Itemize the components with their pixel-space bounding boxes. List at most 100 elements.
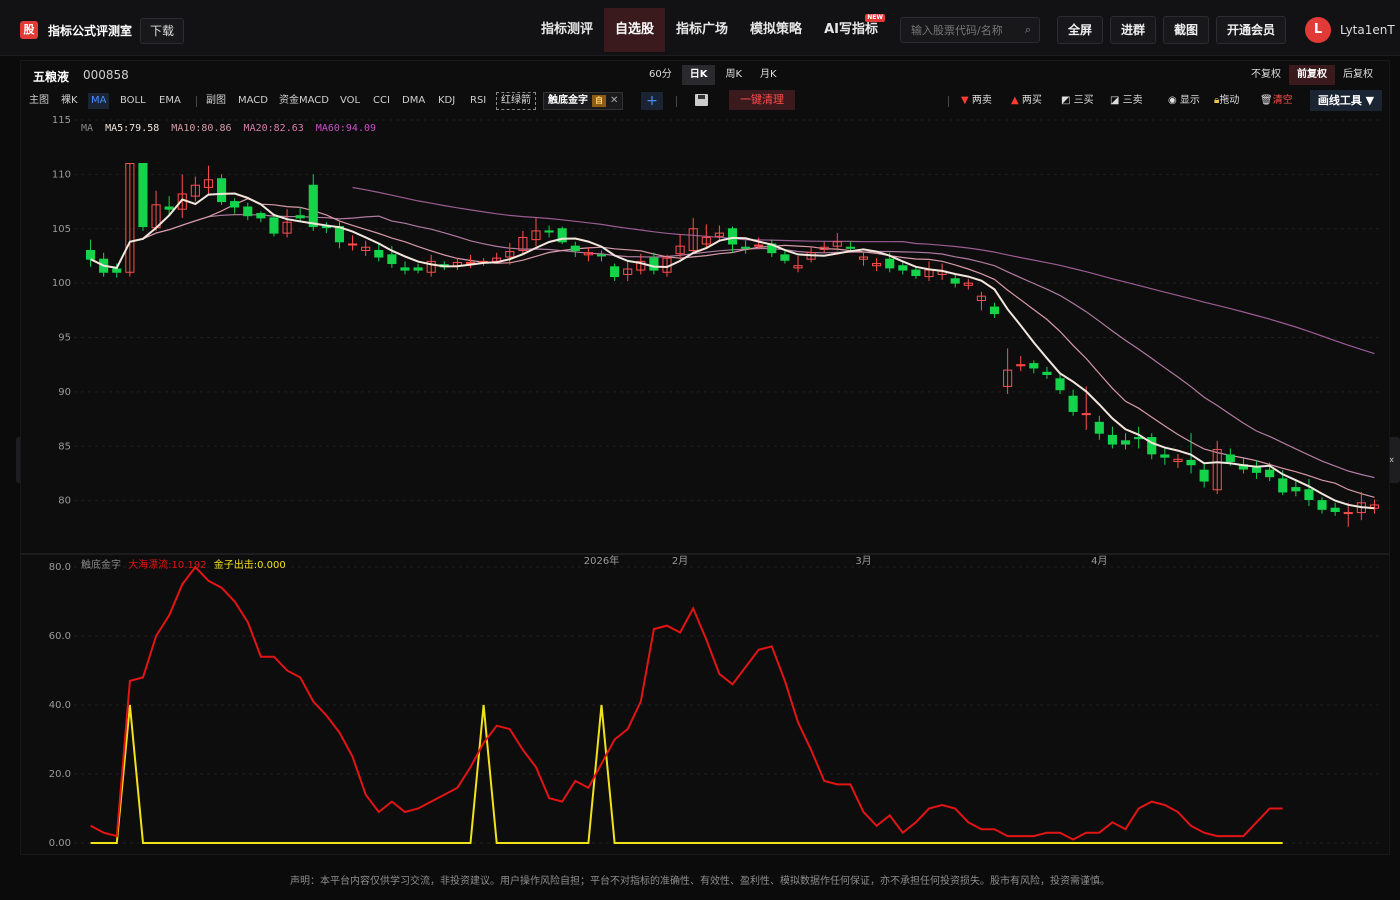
main-y-tick-label: 80 xyxy=(58,496,71,507)
main-y-tick-label: 85 xyxy=(58,441,71,452)
main-y-tick-label: 90 xyxy=(58,387,71,398)
fullscreen-button[interactable]: 全屏 xyxy=(1057,16,1103,44)
sub-y-tick-label: 80.0 xyxy=(49,562,71,573)
candle-body xyxy=(898,265,908,271)
candle-body xyxy=(413,267,423,271)
ma-legend-name: MA xyxy=(81,123,94,134)
candle-body xyxy=(1042,371,1052,375)
candle-body xyxy=(1134,437,1144,440)
candle-body xyxy=(989,306,1000,315)
download-button[interactable]: 下载 xyxy=(140,18,184,44)
ma10-value: MA10:80.86 xyxy=(171,123,232,134)
candle-body xyxy=(400,267,410,271)
main-y-tick-label: 105 xyxy=(52,224,71,235)
candle-body xyxy=(1343,512,1353,515)
nav-item-watchlist[interactable]: 自选股 xyxy=(604,8,666,52)
search-input[interactable] xyxy=(901,18,1013,42)
candle-body xyxy=(348,243,358,246)
nav-item-square[interactable]: 指标广场 xyxy=(665,8,739,52)
flow-value: 大海漂流:10.192 xyxy=(128,560,207,571)
main-y-tick-label: 115 xyxy=(52,115,71,126)
main-y-tick-label: 100 xyxy=(52,278,71,289)
candle-body xyxy=(243,206,253,217)
disclaimer: 声明：本平台内容仅供学习交流，非投资建议。用户操作风险自担；平台不对指标的准确性… xyxy=(290,876,1110,887)
candle-body xyxy=(269,217,279,234)
sub-y-tick-label: 20.0 xyxy=(49,769,71,780)
brand-title[interactable]: 指标公式评测室 xyxy=(48,22,132,39)
candle-body xyxy=(1304,489,1314,501)
flow-series-line xyxy=(90,565,1283,841)
sub-legend: 触底金字 大海漂流:10.192 金子出击:0.000 xyxy=(81,556,290,571)
screenshot-button[interactable]: 截图 xyxy=(1163,16,1209,44)
candle-body xyxy=(387,254,397,265)
sub-y-tick-label: 0.00 xyxy=(49,838,71,849)
x-tick-label: 3月 xyxy=(855,555,871,567)
candle-body xyxy=(1186,459,1196,466)
candle-body xyxy=(1199,469,1209,482)
main-y-tick-label: 110 xyxy=(52,169,71,180)
ma-legend: MA MA5:79.58 MA10:80.86 MA20:82.63 MA60:… xyxy=(81,123,382,134)
candle-body xyxy=(1160,454,1170,458)
main-y-tick-label: 95 xyxy=(58,333,71,344)
candle-body xyxy=(727,228,738,245)
golden-value: 金子出击:0.000 xyxy=(213,560,286,571)
kline-chart[interactable]: 115 110 105 100 95 90 85 80 80.0 60.0 40.0 20.0 0.00… xyxy=(21,61,1389,854)
stock-search: ⌕ xyxy=(900,17,1040,43)
sub-y-tick-label: 60.0 xyxy=(49,631,71,642)
candle-body xyxy=(780,254,790,261)
logo-icon[interactable]: 股 xyxy=(20,21,38,39)
ma60-value: MA60:94.09 xyxy=(315,123,377,134)
candle-body xyxy=(570,245,580,251)
ma20-line xyxy=(90,213,1375,479)
nav-item-test[interactable]: 指标测评 xyxy=(530,8,604,52)
ma60-line xyxy=(352,186,1375,355)
candle-body xyxy=(1251,467,1262,473)
nav-item-simulation[interactable]: 模拟策略 xyxy=(739,8,813,52)
candle-body xyxy=(256,213,266,219)
candle-body xyxy=(1055,378,1065,391)
top-nav-bar: 股 指标公式评测室 下载 指标测评 自选股 指标广场 模拟策略 AI写指标 NEW… xyxy=(0,0,1400,56)
vip-button[interactable]: 开通会员 xyxy=(1216,16,1286,44)
candle-body xyxy=(308,184,318,228)
candle-body xyxy=(1317,500,1327,510)
candle-body xyxy=(1291,487,1301,492)
candle-body xyxy=(1330,507,1340,512)
candle-body xyxy=(885,258,895,269)
candle-body xyxy=(1225,454,1235,462)
candle-body xyxy=(374,250,384,258)
x-tick-label: 4月 xyxy=(1091,555,1107,567)
nav-item-ai-label: AI写指标 xyxy=(824,22,878,37)
candle-body xyxy=(216,178,227,203)
candle-body xyxy=(1278,478,1288,493)
candle-body xyxy=(164,206,174,210)
candle-body xyxy=(741,246,751,249)
candle-body xyxy=(610,266,620,278)
candle-body xyxy=(950,278,960,284)
candle-body xyxy=(911,269,921,277)
main-nav: 指标测评 自选股 指标广场 模拟策略 AI写指标 NEW xyxy=(530,8,889,52)
candle-body xyxy=(544,230,554,233)
ma5-value: MA5:79.58 xyxy=(105,123,160,134)
new-badge: NEW xyxy=(865,14,885,22)
join-group-button[interactable]: 进群 xyxy=(1110,16,1156,44)
x-tick-label: 2026年 xyxy=(584,554,619,567)
candle-body xyxy=(1068,395,1078,412)
candle-body xyxy=(295,215,305,219)
nav-item-ai-indicator[interactable]: AI写指标 NEW xyxy=(813,8,889,52)
candle-body xyxy=(230,201,240,208)
candle-body xyxy=(596,254,607,257)
candle-body xyxy=(1120,440,1131,445)
candle-body xyxy=(1081,413,1091,416)
candle-body xyxy=(1029,363,1039,369)
username[interactable]: Lyta1enT xyxy=(1340,23,1395,37)
avatar[interactable]: L xyxy=(1305,17,1331,43)
candle-body xyxy=(1265,469,1275,478)
ma20-value: MA20:82.63 xyxy=(243,123,304,134)
candle-body xyxy=(1094,421,1104,434)
candle-body xyxy=(85,250,96,260)
candle-body xyxy=(1107,434,1117,445)
candle-body xyxy=(138,163,148,228)
search-icon[interactable]: ⌕ xyxy=(1025,23,1031,37)
sub-y-tick-label: 40.0 xyxy=(49,700,71,711)
chart-panel: 五粮液 000858 60分 日K 周K 月K 不复权 前复权 后复权 主图 裸… xyxy=(20,60,1390,855)
